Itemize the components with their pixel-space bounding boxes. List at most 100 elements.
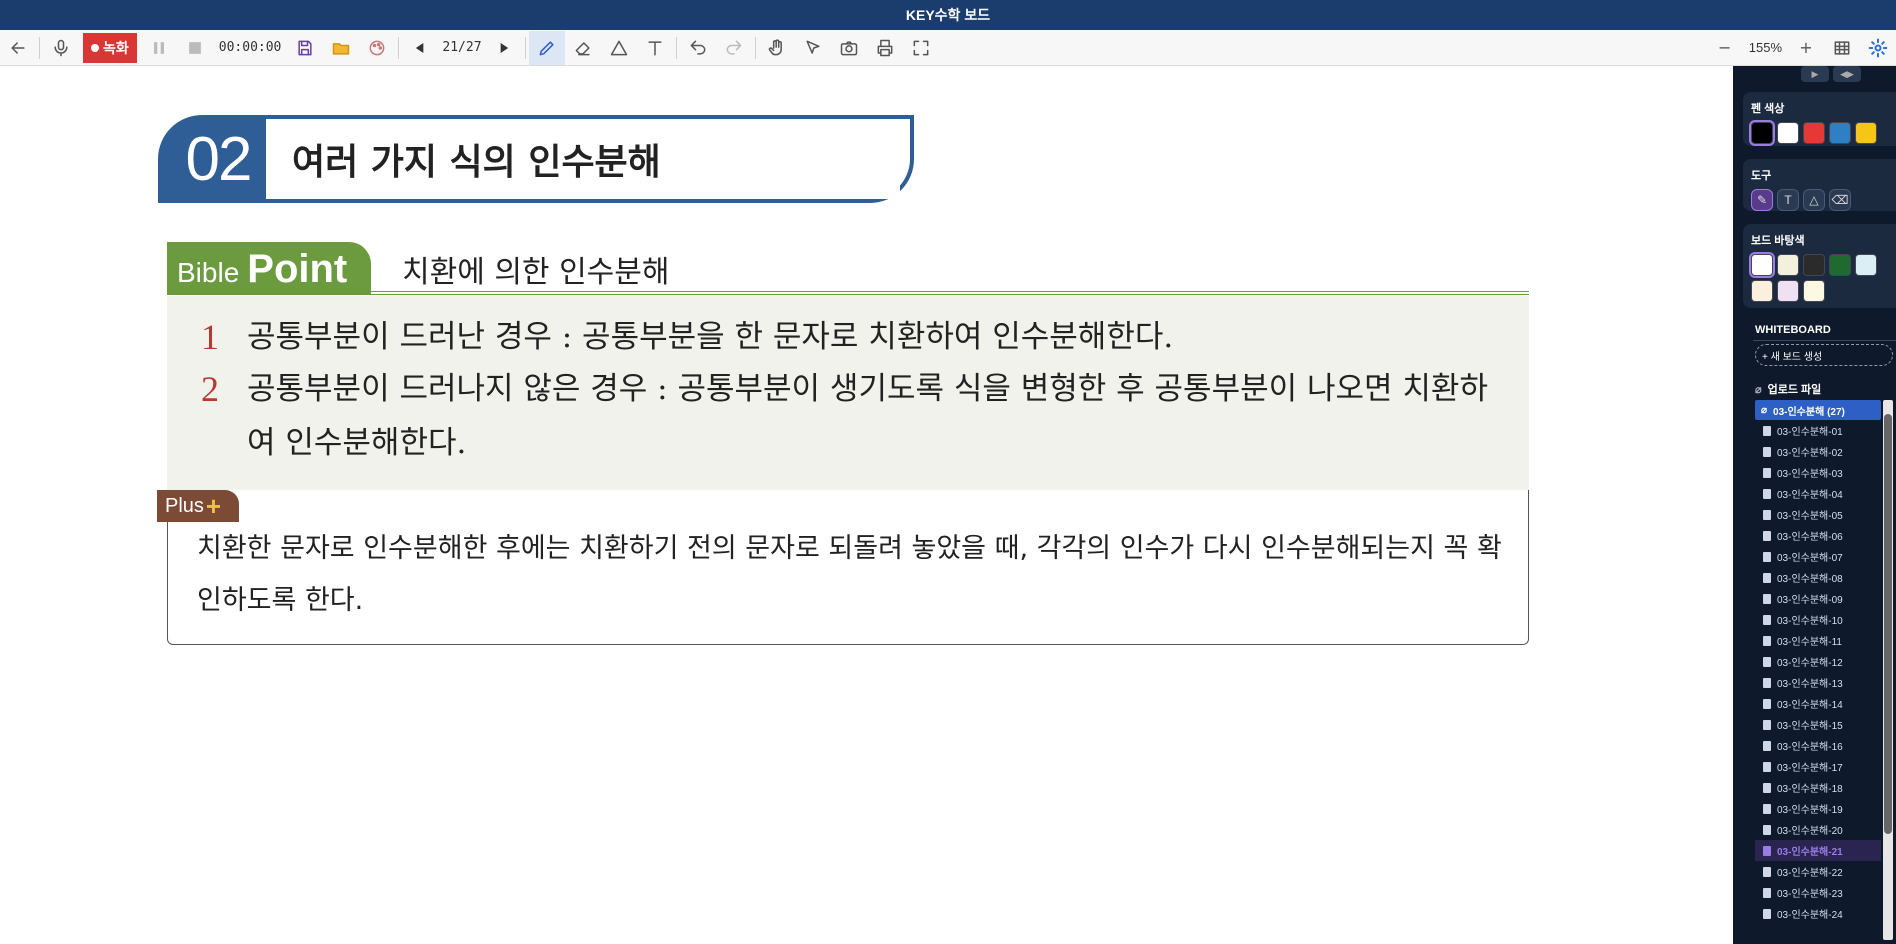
divider xyxy=(524,36,526,59)
shape-tool-button[interactable] xyxy=(601,31,637,65)
zoom-out-button[interactable]: − xyxy=(1707,31,1743,65)
select-tool-button[interactable] xyxy=(795,31,831,65)
palette-button[interactable] xyxy=(359,31,395,65)
file-item[interactable]: 03-인수분해-06 xyxy=(1755,525,1881,546)
hand-tool-button[interactable] xyxy=(759,31,795,65)
board-background-title: 보드 바탕색 xyxy=(1751,235,1805,247)
file-item[interactable]: 03-인수분해-05 xyxy=(1755,504,1881,525)
settings-button[interactable] xyxy=(1860,31,1896,65)
play-button[interactable]: ▶ xyxy=(1801,66,1829,82)
file-item[interactable]: 03-인수분해-04 xyxy=(1755,483,1881,504)
prev-page-button[interactable] xyxy=(402,31,438,65)
file-item[interactable]: 03-인수분해-11 xyxy=(1755,630,1881,651)
pen-color-swatches xyxy=(1749,120,1896,146)
pause-button[interactable] xyxy=(141,31,177,65)
file-item[interactable]: 03-인수분해-23 xyxy=(1755,882,1881,903)
fullscreen-button[interactable] xyxy=(903,31,939,65)
eraser-tool-button[interactable]: ⌫ xyxy=(1829,189,1851,211)
collapse-button[interactable]: ◀▶ xyxy=(1833,66,1861,82)
file-item[interactable]: 03-인수분해-09 xyxy=(1755,588,1881,609)
next-page-button[interactable] xyxy=(486,31,522,65)
file-rows: 03-인수분해-01 03-인수분해-02 03-인수분해-03 03-인수분해-04… xyxy=(1755,420,1881,924)
pen-color-swatch[interactable] xyxy=(1855,122,1877,144)
file-list-scrollbar[interactable] xyxy=(1883,400,1893,940)
board-color-swatch[interactable] xyxy=(1829,254,1851,276)
file-icon xyxy=(1763,572,1771,583)
open-folder-button[interactable] xyxy=(323,31,359,65)
print-button[interactable] xyxy=(867,31,903,65)
file-item[interactable]: 03-인수분해-14 xyxy=(1755,693,1881,714)
file-icon xyxy=(1763,446,1771,457)
save-button[interactable] xyxy=(287,31,323,65)
pen-color-swatch[interactable] xyxy=(1829,122,1851,144)
file-item[interactable]: 03-인수분해-24 xyxy=(1755,903,1881,924)
new-board-button[interactable]: + 새 보드 생성 xyxy=(1755,344,1893,366)
file-item[interactable]: 03-인수분해-22 xyxy=(1755,861,1881,882)
file-item[interactable]: 03-인수분해-19 xyxy=(1755,798,1881,819)
bible-point-tab: Bible Point xyxy=(167,242,371,295)
whiteboard-canvas[interactable]: 02 여러 가지 식의 인수분해 Bible Point 치환에 의한 인수분해… xyxy=(0,67,1733,944)
file-item[interactable]: 03-인수분해-16 xyxy=(1755,735,1881,756)
point-item: 2 공통부분이 드러나지 않은 경우 : 공통부분이 생기도록 식을 변형한 후… xyxy=(201,362,1497,470)
grid-icon xyxy=(1834,40,1850,55)
divider xyxy=(1753,340,1896,341)
file-item[interactable]: 03-인수분해-03 xyxy=(1755,462,1881,483)
record-button[interactable]: 녹화 xyxy=(83,32,137,63)
undo-button[interactable] xyxy=(680,31,716,65)
back-button[interactable] xyxy=(0,31,36,65)
zoom-in-button[interactable]: + xyxy=(1788,31,1824,65)
board-color-swatch[interactable] xyxy=(1803,254,1825,276)
stop-button[interactable] xyxy=(177,31,213,65)
board-color-swatch[interactable] xyxy=(1749,252,1775,278)
folder-item[interactable]: ⌀ 03-인수분해 (27) xyxy=(1755,400,1881,420)
grid-button[interactable] xyxy=(1824,31,1860,65)
point-item: 1 공통부분이 드러난 경우 : 공통부분을 한 문자로 치환하여 인수분해한다… xyxy=(201,310,1497,364)
file-icon xyxy=(1763,593,1771,604)
screenshot-button[interactable] xyxy=(831,31,867,65)
folder-icon xyxy=(333,42,350,55)
text-tool-button[interactable] xyxy=(637,31,673,65)
fullscreen-icon xyxy=(913,40,928,55)
pen-tool-button[interactable]: ✎ xyxy=(1751,189,1773,211)
file-item[interactable]: 03-인수분해-01 xyxy=(1755,420,1881,441)
board-color-swatch[interactable] xyxy=(1777,254,1799,276)
board-color-swatch[interactable] xyxy=(1855,254,1877,276)
file-item[interactable]: 03-인수분해-12 xyxy=(1755,651,1881,672)
file-item[interactable]: 03-인수분해-07 xyxy=(1755,546,1881,567)
file-item[interactable]: 03-인수분해-17 xyxy=(1755,756,1881,777)
file-item[interactable]: 03-인수분해-20 xyxy=(1755,819,1881,840)
file-icon xyxy=(1763,845,1771,856)
triangle-icon xyxy=(610,40,627,55)
point-text: 공통부분이 드러나지 않은 경우 : 공통부분이 생기도록 식을 변형한 후 공… xyxy=(247,371,1488,461)
file-label: 03-인수분해-24 xyxy=(1777,910,1843,921)
file-label: 03-인수분해-21 xyxy=(1777,847,1843,858)
pen-color-swatch[interactable] xyxy=(1777,122,1799,144)
file-icon xyxy=(1763,425,1771,436)
toolbar: 녹화 00:00:00 21/27 − 155% + xyxy=(0,30,1896,66)
pause-icon xyxy=(153,41,164,54)
text-tool-button[interactable]: T xyxy=(1777,189,1799,211)
microphone-button[interactable] xyxy=(43,31,79,65)
board-color-swatch[interactable] xyxy=(1777,280,1799,302)
board-color-swatch[interactable] xyxy=(1751,280,1773,302)
stop-icon xyxy=(188,41,201,54)
file-label: 03-인수분해-15 xyxy=(1777,721,1843,732)
file-item[interactable]: 03-인수분해-21 xyxy=(1755,840,1881,861)
file-item[interactable]: 03-인수분해-08 xyxy=(1755,567,1881,588)
file-item[interactable]: 03-인수분해-10 xyxy=(1755,609,1881,630)
scrollbar-thumb[interactable] xyxy=(1884,414,1892,834)
file-label: 03-인수분해-07 xyxy=(1777,553,1843,564)
eraser-tool-button[interactable] xyxy=(565,31,601,65)
pen-color-swatch[interactable] xyxy=(1803,122,1825,144)
file-item[interactable]: 03-인수분해-15 xyxy=(1755,714,1881,735)
file-item[interactable]: 03-인수분해-18 xyxy=(1755,777,1881,798)
board-color-swatch[interactable] xyxy=(1803,280,1825,302)
file-item[interactable]: 03-인수분해-13 xyxy=(1755,672,1881,693)
redo-button[interactable] xyxy=(716,31,752,65)
file-item[interactable]: 03-인수분해-02 xyxy=(1755,441,1881,462)
shape-tool-button[interactable]: △ xyxy=(1803,189,1825,211)
pen-color-swatch[interactable] xyxy=(1749,120,1775,146)
file-icon xyxy=(1763,719,1771,730)
section-header: 02 여러 가지 식의 인수분해 xyxy=(158,115,914,203)
pen-tool-button[interactable] xyxy=(528,30,565,65)
